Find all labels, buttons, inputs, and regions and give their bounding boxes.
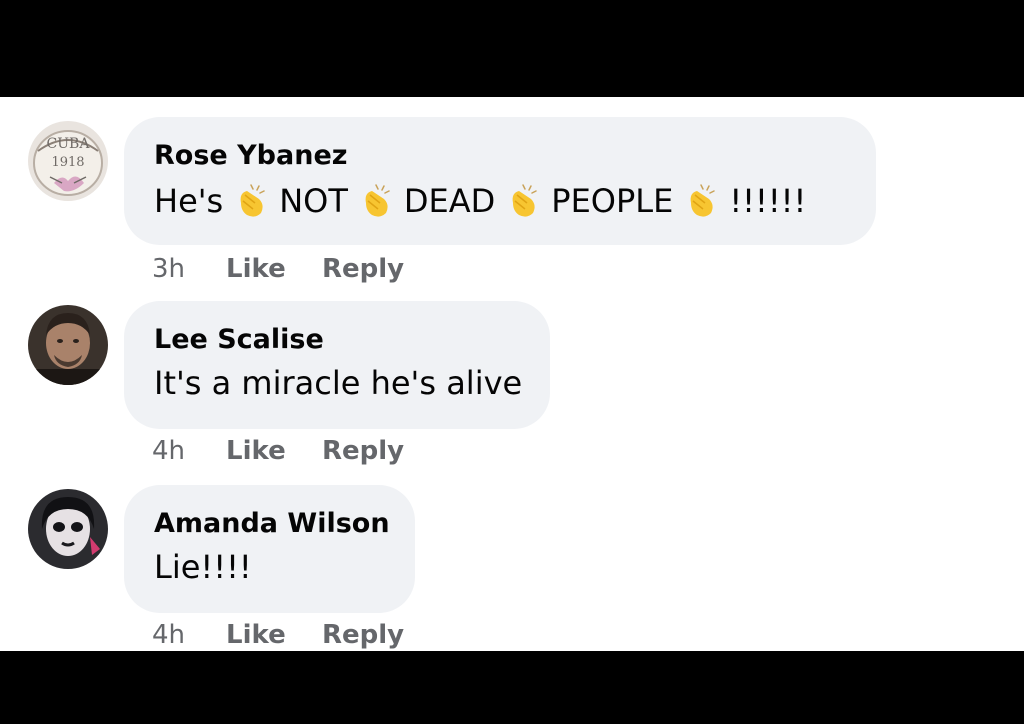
comment-actions: 4h Like Reply bbox=[152, 619, 404, 651]
comment-actions: 3h Like Reply bbox=[152, 253, 404, 285]
comment-author[interactable]: Lee Scalise bbox=[154, 323, 520, 357]
comment-bubble: Amanda Wilson Lie!!!! bbox=[124, 485, 415, 613]
comment-timestamp[interactable]: 4h bbox=[152, 435, 226, 467]
comment-text: Lie!!!! bbox=[154, 548, 252, 586]
comment-bubble: Lee Scalise It's a miracle he's alive bbox=[124, 301, 550, 429]
comment-author[interactable]: Rose Ybanez bbox=[154, 139, 846, 173]
avatar[interactable]: CUBA 1918 bbox=[28, 121, 108, 201]
comment-text-part: PEOPLE bbox=[551, 182, 674, 220]
like-button[interactable]: Like bbox=[226, 253, 322, 285]
comment-text: It's a miracle he's alive bbox=[154, 364, 523, 402]
clapping-hands-icon bbox=[690, 184, 716, 217]
comment-timestamp[interactable]: 3h bbox=[152, 253, 226, 285]
comment-timestamp[interactable]: 4h bbox=[152, 619, 226, 651]
clapping-hands-icon bbox=[240, 184, 265, 217]
svg-text:CUBA: CUBA bbox=[47, 136, 91, 152]
reply-button[interactable]: Reply bbox=[322, 619, 404, 651]
svg-text:1918: 1918 bbox=[51, 155, 84, 170]
comment-actions: 4h Like Reply bbox=[152, 435, 404, 467]
clapping-hands-icon bbox=[512, 184, 538, 217]
comment-text-part: NOT bbox=[279, 182, 348, 220]
avatar[interactable] bbox=[28, 489, 108, 569]
reply-button[interactable]: Reply bbox=[322, 253, 404, 285]
comment-text-part: !!!!!! bbox=[729, 182, 807, 220]
reply-button[interactable]: Reply bbox=[322, 435, 404, 467]
comment-text-part: He's bbox=[154, 182, 224, 220]
avatar[interactable] bbox=[28, 305, 108, 385]
comment-text-part: DEAD bbox=[403, 182, 496, 220]
like-button[interactable]: Like bbox=[226, 435, 322, 467]
comments-section: CUBA 1918 Rose Ybanez He's NOT DEAD PEOPLE!… bbox=[0, 97, 1024, 651]
comment-bubble: Rose Ybanez He's NOT DEAD PEOPLE!!!!!! bbox=[124, 117, 876, 245]
comment-author[interactable]: Amanda Wilson bbox=[154, 507, 390, 541]
like-button[interactable]: Like bbox=[226, 619, 322, 651]
clapping-hands-icon bbox=[365, 184, 390, 217]
comment-text: He's NOT DEAD PEOPLE!!!!!! bbox=[154, 179, 846, 221]
